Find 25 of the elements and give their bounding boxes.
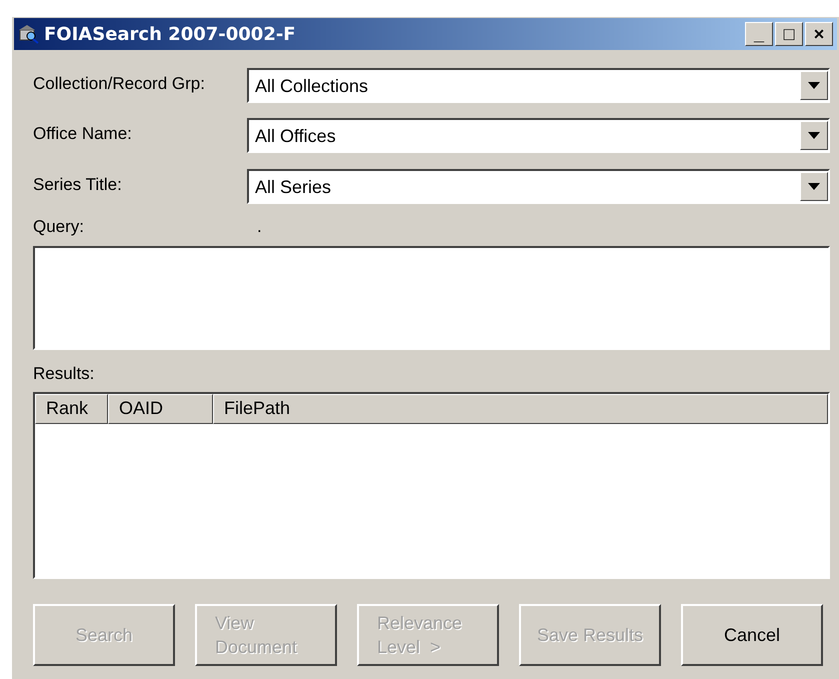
dropdown[interactable]: All Collections (247, 68, 830, 103)
field-label: Office Name: (33, 123, 133, 145)
field-label: Series Title: (33, 174, 123, 196)
column-header[interactable]: FilePath (213, 394, 828, 424)
action-button[interactable]: Cancel (681, 604, 823, 666)
dropdown-arrow-button[interactable] (800, 172, 828, 201)
results-label: Results: (33, 363, 96, 383)
status-dot: . (257, 216, 262, 238)
window-title: FOIASearch 2007-0002-F (44, 22, 296, 46)
column-header[interactable]: OAID (108, 394, 213, 424)
column-header[interactable]: Rank (35, 394, 108, 424)
minimize-button[interactable]: _ (745, 22, 773, 46)
maximize-button[interactable]: □ (775, 22, 803, 46)
dropdown-arrow-button[interactable] (800, 121, 828, 150)
query-label: Query: (33, 216, 86, 238)
caret-icon (808, 82, 820, 89)
query-field[interactable] (33, 246, 830, 350)
dropdown-arrow-button[interactable] (800, 71, 828, 100)
caret-icon (808, 132, 820, 139)
field-label: Collection/Record Grp: (33, 73, 206, 95)
magnifier-building-icon (18, 24, 40, 44)
close-button[interactable]: × (805, 22, 833, 46)
caret-icon (808, 183, 820, 190)
dropdown[interactable]: All Offices (247, 118, 830, 153)
dropdown[interactable]: All Series (247, 169, 830, 204)
